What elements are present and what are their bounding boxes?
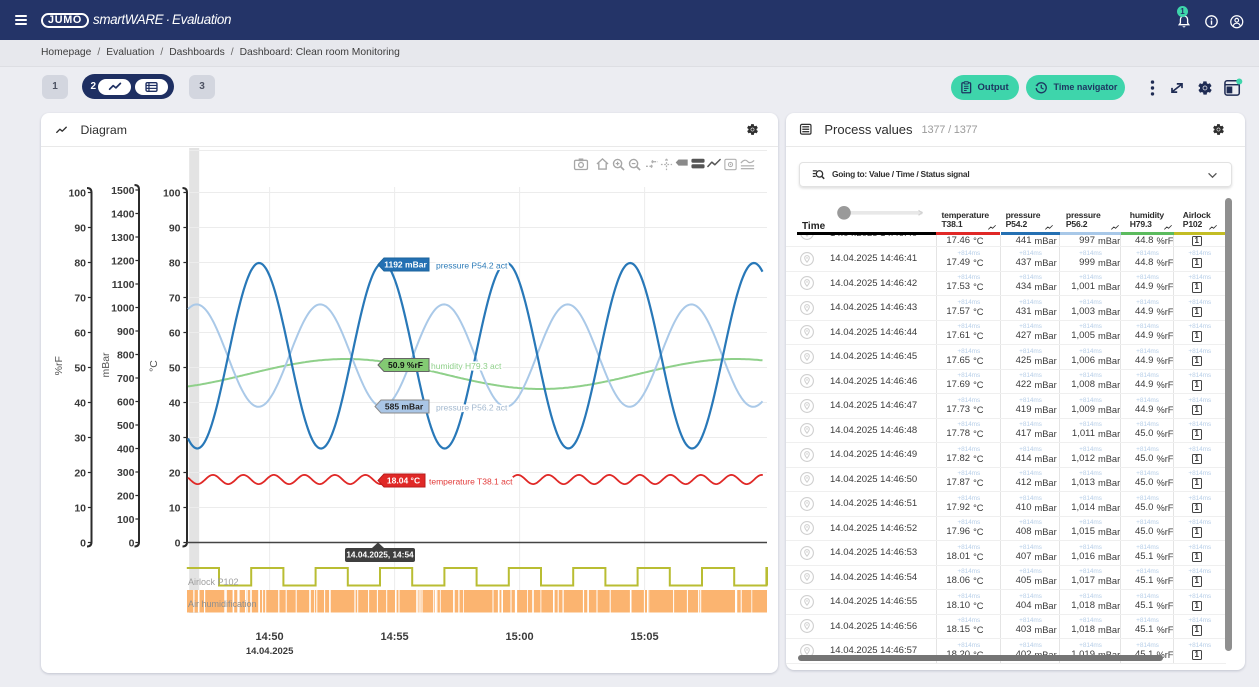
svg-text:300: 300 [117, 467, 135, 479]
svg-text:30: 30 [74, 433, 86, 445]
svg-text:30: 30 [169, 433, 181, 445]
svg-text:1192 mBar: 1192 mBar [384, 260, 427, 270]
svg-text:1500: 1500 [111, 185, 135, 197]
svg-text:400: 400 [117, 444, 135, 456]
svg-text:100: 100 [163, 188, 181, 200]
svg-text:14.04.2025: 14.04.2025 [246, 646, 294, 657]
svg-text:mBar: mBar [100, 352, 112, 378]
svg-text:humidity H79.3 act: humidity H79.3 act [431, 361, 502, 371]
svg-text:15:05: 15:05 [631, 631, 659, 643]
svg-text:10: 10 [74, 503, 86, 515]
svg-text:pressure P54.2 act: pressure P54.2 act [436, 261, 508, 271]
svg-text:90: 90 [169, 223, 181, 235]
svg-text:1100: 1100 [112, 279, 135, 291]
svg-text:80: 80 [74, 258, 86, 270]
svg-text:40: 40 [74, 398, 86, 410]
svg-text:700: 700 [117, 373, 135, 385]
svg-text:temperature T38.1 act: temperature T38.1 act [429, 477, 513, 487]
svg-text:800: 800 [117, 350, 135, 362]
svg-text:60: 60 [74, 328, 86, 340]
svg-text:40: 40 [169, 398, 181, 410]
svg-text:100: 100 [117, 514, 135, 526]
svg-text:14:50: 14:50 [256, 631, 284, 643]
svg-text:500: 500 [117, 420, 135, 432]
svg-text:18.04 °C: 18.04 °C [387, 476, 420, 486]
svg-text:Airlock P102: Airlock P102 [188, 577, 239, 587]
svg-text:200: 200 [117, 491, 135, 503]
svg-text:0: 0 [175, 538, 181, 550]
svg-text:1200: 1200 [111, 256, 135, 268]
svg-text:70: 70 [74, 293, 86, 305]
svg-text:14:55: 14:55 [381, 631, 409, 643]
svg-text:600: 600 [117, 397, 135, 409]
svg-text:Air humidification: Air humidification [188, 599, 257, 609]
svg-text:70: 70 [169, 293, 181, 305]
svg-text:1300: 1300 [111, 232, 135, 244]
svg-text:60: 60 [169, 328, 181, 340]
svg-text:14.04.2025, 14:54: 14.04.2025, 14:54 [346, 550, 414, 560]
svg-text:15:00: 15:00 [506, 631, 534, 643]
svg-text:585 mBar: 585 mBar [385, 402, 424, 412]
svg-text:900: 900 [117, 326, 135, 338]
svg-text:10: 10 [169, 503, 181, 515]
svg-text:80: 80 [169, 258, 181, 270]
svg-text:%rF: %rF [53, 356, 65, 375]
svg-text:pressure P56.2 act: pressure P56.2 act [436, 403, 508, 413]
svg-text:0: 0 [80, 538, 86, 550]
svg-text:20: 20 [169, 468, 181, 480]
svg-text:50.9 %rF: 50.9 %rF [388, 360, 423, 370]
svg-text:1000: 1000 [111, 303, 135, 315]
svg-text:100: 100 [68, 188, 86, 200]
svg-text:50: 50 [74, 363, 86, 375]
svg-text:20: 20 [74, 468, 86, 480]
svg-text:1400: 1400 [111, 209, 135, 221]
svg-text:0: 0 [129, 538, 135, 550]
svg-text:50: 50 [169, 363, 181, 375]
svg-text:°C: °C [148, 360, 160, 372]
svg-text:90: 90 [74, 223, 86, 235]
